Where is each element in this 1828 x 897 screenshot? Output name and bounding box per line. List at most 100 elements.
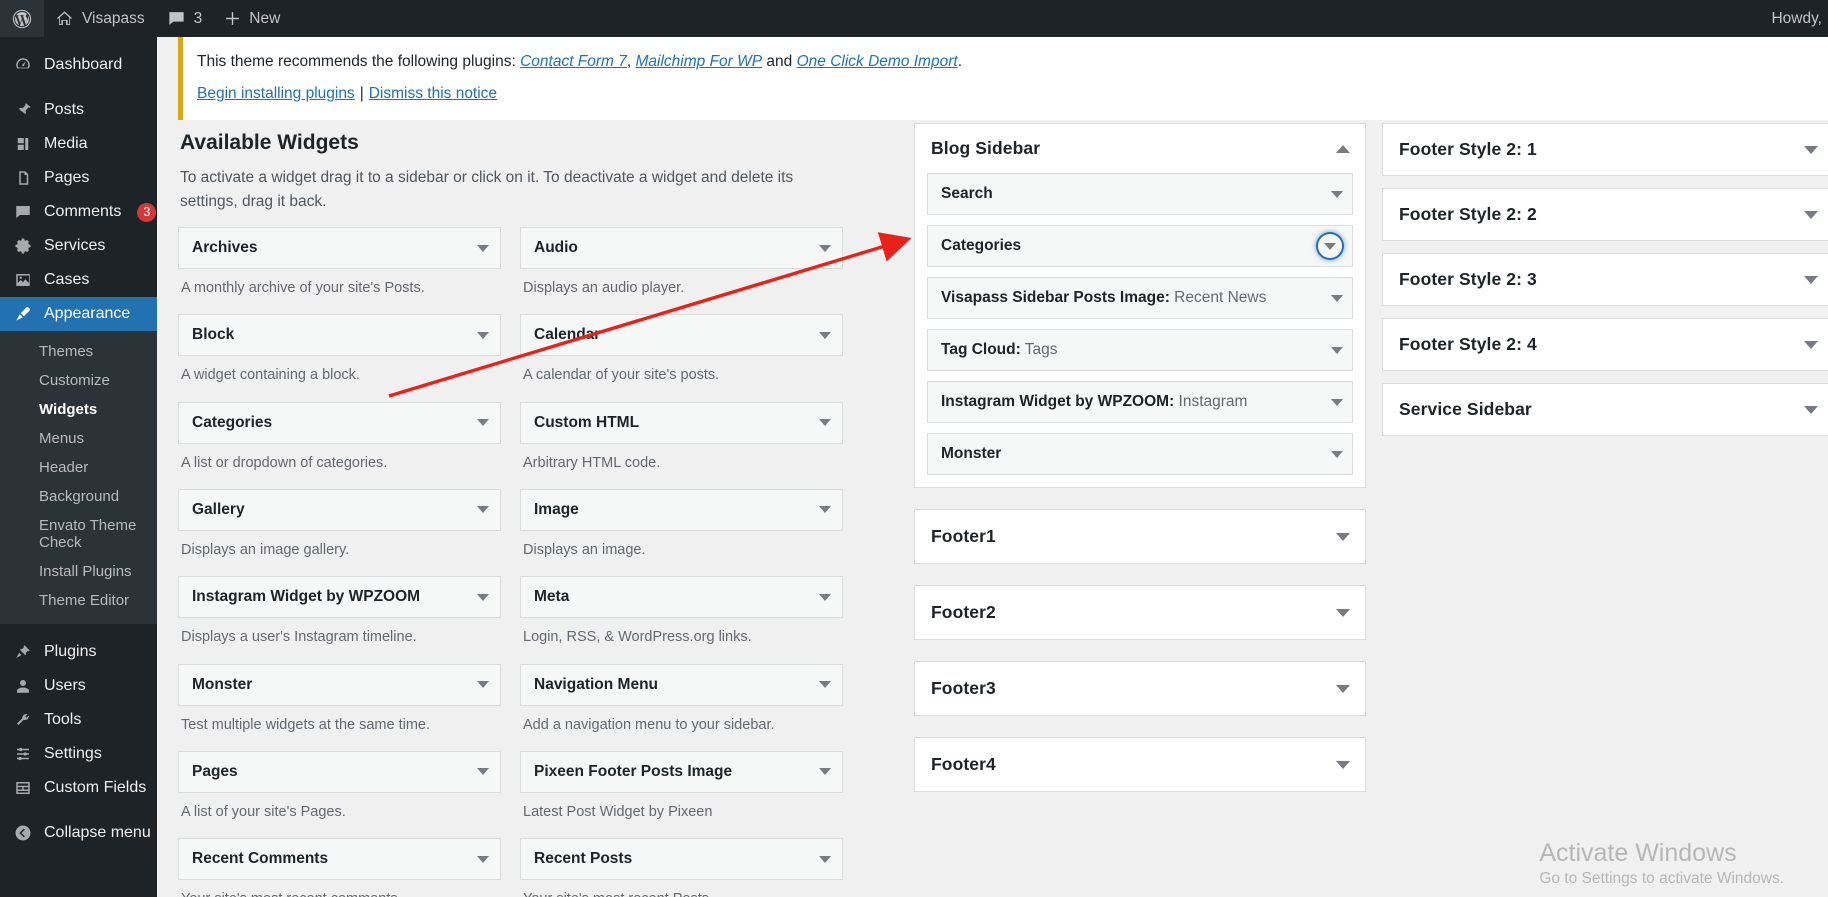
sidebar-item-users[interactable]: Users — [0, 669, 157, 703]
submenu-item-background[interactable]: Background — [0, 482, 157, 511]
chevron-down-icon[interactable] — [477, 593, 489, 601]
sidebar-item-media[interactable]: Media — [0, 127, 157, 161]
submenu-item-widgets[interactable]: Widgets — [0, 395, 157, 424]
sidebar-header-footer2[interactable]: Footer2 — [915, 586, 1365, 639]
wordpress-logo-button[interactable] — [0, 0, 44, 37]
assigned-widget-name: Instagram Widget by WPZOOM: — [941, 393, 1175, 410]
assigned-widget-search[interactable]: Search — [927, 173, 1353, 215]
notice-link-mailchimp-for-wp[interactable]: Mailchimp For WP — [636, 53, 763, 70]
widget-pixeen-footer-posts-image[interactable]: Pixeen Footer Posts Image — [520, 750, 843, 793]
chevron-down-icon[interactable] — [1317, 233, 1343, 259]
chevron-down-icon[interactable] — [819, 855, 831, 863]
assigned-widget-instagram-widget-by-wpzoom[interactable]: Instagram Widget by WPZOOM: Instagram — [927, 381, 1353, 423]
notice-link-one-click-demo-import[interactable]: One Click Demo Import — [797, 53, 958, 70]
widget-navigation-menu[interactable]: Navigation Menu — [520, 663, 843, 706]
sidebar-header-blog-sidebar[interactable]: Blog Sidebar — [915, 124, 1365, 173]
chevron-down-icon[interactable] — [819, 768, 831, 776]
sidebar-header-footer-style-2-2[interactable]: Footer Style 2: 2 — [1383, 189, 1828, 240]
chevron-down-icon[interactable] — [1331, 398, 1343, 406]
sidebar-item-comments[interactable]: Comments 3 — [0, 195, 157, 229]
chevron-down-icon[interactable] — [1331, 346, 1343, 354]
widget-audio[interactable]: Audio — [520, 227, 843, 270]
new-content-button[interactable]: New — [213, 0, 291, 37]
widget-archives[interactable]: Archives — [178, 227, 501, 270]
sidebar-header-footer-style-2-3[interactable]: Footer Style 2: 3 — [1383, 254, 1828, 305]
submenu-item-customize[interactable]: Customize — [0, 366, 157, 395]
submenu-item-envato-theme-check[interactable]: Envato Theme Check — [0, 511, 157, 557]
sidebar-item-posts[interactable]: Posts — [0, 93, 157, 127]
widget-block[interactable]: Block — [178, 314, 501, 357]
chevron-down-icon[interactable] — [477, 855, 489, 863]
assigned-widget-visapass-sidebar-posts-image[interactable]: Visapass Sidebar Posts Image: Recent New… — [927, 277, 1353, 319]
sidebar-header-footer-style-2-1[interactable]: Footer Style 2: 1 — [1383, 124, 1828, 175]
chevron-down-icon[interactable] — [1804, 340, 1818, 349]
chevron-down-icon[interactable] — [1804, 210, 1818, 219]
dismiss-this-notice-link[interactable]: Dismiss this notice — [369, 85, 497, 102]
sidebar-header-footer-style-2-4[interactable]: Footer Style 2: 4 — [1383, 319, 1828, 370]
chevron-down-icon[interactable] — [819, 593, 831, 601]
collapse-menu-button[interactable]: Collapse menu — [0, 816, 157, 850]
sidebar-header-footer1[interactable]: Footer1 — [915, 510, 1365, 563]
chevron-down-icon[interactable] — [819, 331, 831, 339]
widget-calendar[interactable]: Calendar — [520, 314, 843, 357]
sidebar-item-plugins[interactable]: Plugins — [0, 635, 157, 669]
chevron-up-icon[interactable] — [1336, 144, 1350, 153]
sidebar-item-appearance[interactable]: Appearance — [0, 297, 157, 331]
sidebar-item-dashboard[interactable]: Dashboard — [0, 48, 157, 82]
chevron-down-icon[interactable] — [1331, 450, 1343, 458]
widget-image[interactable]: Image — [520, 488, 843, 531]
chevron-down-icon[interactable] — [477, 768, 489, 776]
my-account-menu[interactable]: Howdy, — [1760, 0, 1828, 37]
sidebar-item-cases[interactable]: Cases — [0, 263, 157, 297]
submenu-item-themes[interactable]: Themes — [0, 337, 157, 366]
chevron-down-icon[interactable] — [1336, 684, 1350, 693]
chevron-down-icon[interactable] — [819, 506, 831, 514]
widget-custom-html[interactable]: Custom HTML — [520, 401, 843, 444]
sidebar-item-settings[interactable]: Settings — [0, 737, 157, 771]
notice-link-contact-form-7[interactable]: Contact Form 7 — [520, 53, 627, 70]
submenu-item-header[interactable]: Header — [0, 453, 157, 482]
sidebar-item-tools[interactable]: Tools — [0, 703, 157, 737]
begin-installing-plugins-link[interactable]: Begin installing plugins — [197, 85, 355, 102]
sidebar-header-footer4[interactable]: Footer4 — [915, 738, 1365, 791]
sidebar-header-footer3[interactable]: Footer3 — [915, 662, 1365, 715]
submenu-item-install-plugins[interactable]: Install Plugins — [0, 557, 157, 586]
widget-recent-comments[interactable]: Recent Comments — [178, 838, 501, 881]
chevron-down-icon[interactable] — [1336, 760, 1350, 769]
chevron-down-icon[interactable] — [1804, 145, 1818, 154]
chevron-down-icon[interactable] — [477, 506, 489, 514]
chevron-down-icon[interactable] — [1804, 275, 1818, 284]
sidebar-header-service-sidebar[interactable]: Service Sidebar — [1383, 384, 1828, 435]
sidebar-item-pages[interactable]: Pages — [0, 161, 157, 195]
assigned-widget-monster[interactable]: Monster — [927, 433, 1353, 475]
sidebar-item-custom-fields[interactable]: Custom Fields — [0, 771, 157, 805]
sidebar-item-services[interactable]: Services — [0, 229, 157, 263]
widget-recent-posts[interactable]: Recent Posts — [520, 838, 843, 881]
widget-categories[interactable]: Categories — [178, 401, 501, 444]
comments-bubble-button[interactable]: 3 — [156, 0, 214, 37]
widget-gallery[interactable]: Gallery — [178, 488, 501, 531]
submenu-item-theme-editor[interactable]: Theme Editor — [0, 586, 157, 615]
chevron-down-icon[interactable] — [1331, 190, 1343, 198]
chevron-down-icon[interactable] — [819, 681, 831, 689]
submenu-item-menus[interactable]: Menus — [0, 424, 157, 453]
chevron-down-icon[interactable] — [819, 244, 831, 252]
widget-pages[interactable]: Pages — [178, 750, 501, 793]
chevron-down-icon[interactable] — [477, 331, 489, 339]
widget-card: Gallery Displays an image gallery. — [178, 488, 501, 570]
chevron-down-icon[interactable] — [819, 419, 831, 427]
chevron-down-icon[interactable] — [477, 244, 489, 252]
widget-meta[interactable]: Meta — [520, 576, 843, 619]
widget-instagram-widget-by-wpzoom[interactable]: Instagram Widget by WPZOOM — [178, 576, 501, 619]
chevron-down-icon[interactable] — [477, 419, 489, 427]
site-name-menu[interactable]: Visapass — [44, 0, 156, 37]
chevron-down-icon[interactable] — [1804, 405, 1818, 414]
widget-monster[interactable]: Monster — [178, 663, 501, 706]
assigned-widget-categories[interactable]: Categories — [927, 225, 1353, 267]
chevron-down-icon[interactable] — [1336, 532, 1350, 541]
chevron-down-icon[interactable] — [477, 681, 489, 689]
assigned-widget-tag-cloud[interactable]: Tag Cloud: Tags — [927, 329, 1353, 371]
widget-title: Monster — [192, 675, 253, 693]
chevron-down-icon[interactable] — [1336, 608, 1350, 617]
chevron-down-icon[interactable] — [1331, 294, 1343, 302]
